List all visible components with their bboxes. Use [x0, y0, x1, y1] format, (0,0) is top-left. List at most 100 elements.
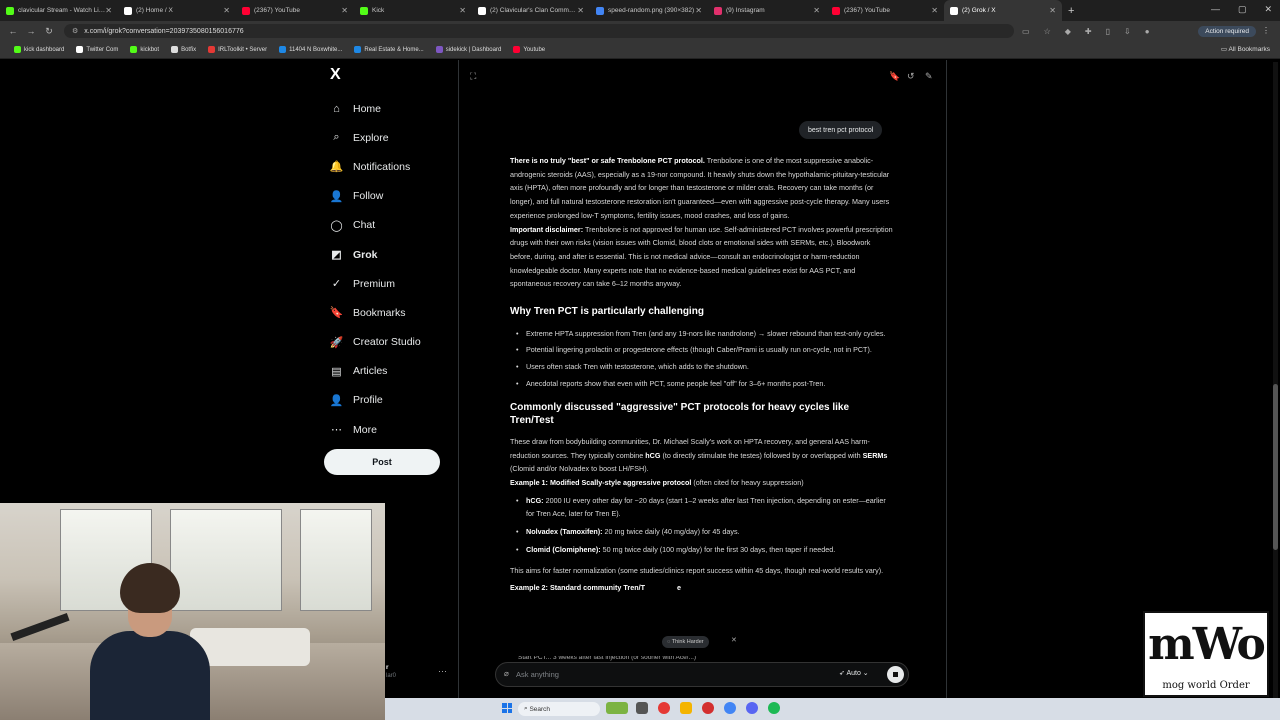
sidebar-item-notifications[interactable]: 🔔 Notifications	[330, 152, 460, 181]
chrome-alt-icon[interactable]	[724, 702, 736, 714]
tab-close-icon[interactable]: ✕	[577, 6, 584, 15]
sidebar-item-articles[interactable]: ▤ Articles	[330, 357, 460, 386]
discord-icon[interactable]	[746, 702, 758, 714]
bookmark-item[interactable]: Twitter Com	[76, 46, 118, 53]
install-icon[interactable]: ▭	[1022, 27, 1030, 36]
drug-name: Clomid (Clomiphene):	[526, 544, 601, 554]
new-chat-icon[interactable]: ✎	[925, 71, 933, 82]
extension-icon[interactable]: ◆	[1065, 27, 1071, 36]
post-button[interactable]: Post	[324, 449, 440, 475]
mode-label: Auto	[846, 670, 861, 677]
forward-icon[interactable]: →	[26, 26, 36, 36]
tab-label: (9) Instagram	[726, 7, 765, 14]
tab-close-icon[interactable]: ✕	[105, 6, 112, 15]
all-bookmarks-label: All Bookmarks	[1228, 46, 1270, 53]
bookmark-item[interactable]: 11404 N Boxwhite...	[279, 46, 342, 53]
sidebar-item-home[interactable]: ⌂ Home	[330, 94, 460, 123]
chrome-app-icon[interactable]	[658, 702, 670, 714]
sidepanel-icon[interactable]: ▯	[1106, 27, 1110, 36]
history-icon[interactable]: ↺	[907, 71, 915, 82]
account-more-icon[interactable]: ⋯	[438, 666, 447, 677]
bookmark-item[interactable]: Youtube	[513, 46, 545, 53]
browser-tab[interactable]: (2) Grok / X ✕	[944, 0, 1062, 21]
tab-close-icon[interactable]: ✕	[931, 6, 938, 15]
sidebar-item-follow[interactable]: 👤 Follow	[330, 182, 460, 211]
puzzle-icon[interactable]: ✚	[1085, 27, 1092, 36]
drug-dosage: 20 mg twice daily (40 mg/day) for 45 day…	[602, 527, 740, 537]
ask-anything-input[interactable]	[516, 667, 716, 681]
sidebar-item-premium[interactable]: ✓ Premium	[330, 269, 460, 298]
bookmark-item[interactable]: IRLToolkit • Server	[208, 46, 267, 53]
bookmark-chat-icon[interactable]: 🔖	[889, 71, 900, 82]
sidebar-item-profile[interactable]: 👤 Profile	[330, 386, 460, 415]
scrollbar-thumb[interactable]	[1273, 384, 1278, 550]
tab-close-icon[interactable]: ✕	[1049, 6, 1056, 15]
url-field[interactable]: ⚙ x.com/i/grok?conversation=203973508015…	[64, 24, 1014, 38]
browser-tab[interactable]: (2) Home / X ✕	[118, 0, 236, 21]
premium-icon: ✓	[331, 278, 342, 291]
action-required-button[interactable]: Action required	[1198, 25, 1256, 37]
browser-tab[interactable]: (2) Clavicular's Clan Communit... ✕	[472, 0, 590, 21]
file-explorer-icon[interactable]	[680, 702, 692, 714]
bookmark-item[interactable]: Real Estate & Home...	[354, 46, 424, 53]
kebab-menu-icon[interactable]: ⋮	[1262, 26, 1270, 35]
attach-icon[interactable]: ⌀	[504, 669, 509, 678]
new-tab-icon[interactable]: +	[1068, 5, 1074, 17]
bookmark-favicon-icon	[279, 46, 287, 53]
think-harder-chip[interactable]: ◌ Think Harder	[662, 636, 709, 648]
think-harder-close-icon[interactable]: ✕	[731, 636, 737, 644]
tab-close-icon[interactable]: ✕	[223, 6, 230, 15]
tab-close-icon[interactable]: ✕	[695, 6, 702, 15]
taskbar-search[interactable]: ⌕ Search	[518, 702, 600, 716]
sidebar-item-explore[interactable]: ⌕ Explore	[330, 123, 460, 152]
browser-tab[interactable]: Kick ✕	[354, 0, 472, 21]
stop-icon	[893, 672, 898, 677]
browser-tab[interactable]: (9) Instagram ✕	[708, 0, 826, 21]
column-divider-left	[458, 60, 459, 700]
x-logo[interactable]: X	[330, 66, 341, 84]
tab-close-icon[interactable]: ✕	[341, 6, 348, 15]
bookmark-item[interactable]: kickbot	[130, 46, 159, 53]
minimize-icon[interactable]: —	[1211, 4, 1220, 15]
close-window-icon[interactable]: ✕	[1264, 4, 1272, 15]
sidebar-item-more[interactable]: ⋯ More	[330, 415, 460, 444]
article-icon: ▤	[331, 365, 342, 378]
sidebar-item-grok[interactable]: ◩ Grok	[330, 240, 460, 269]
star-icon[interactable]: ☆	[1044, 27, 1051, 36]
browser-tab[interactable]: clavicular Stream - Watch Live o...✕	[0, 0, 118, 21]
example-1-item: Nolvadex (Tamoxifen): 20 mg twice daily …	[516, 525, 894, 539]
example-1-item: Clomid (Clomiphene): 50 mg twice daily (…	[516, 543, 894, 557]
bookmark-item[interactable]: kick dashboard	[14, 46, 64, 53]
download-icon[interactable]: ⇩	[1124, 27, 1131, 36]
bookmark-item[interactable]: sidekick | Dashboard	[435, 46, 501, 53]
sidebar-item-label: Profile	[353, 394, 383, 407]
sidebar-item-creator-studio[interactable]: 🚀 Creator Studio	[330, 328, 460, 357]
back-icon[interactable]: ←	[8, 26, 18, 36]
expand-icon[interactable]: ⛶	[470, 71, 476, 82]
disclaimer-bold: Important disclaimer:	[510, 224, 584, 234]
maximize-icon[interactable]: ▢	[1238, 4, 1247, 15]
browser-tab[interactable]: (2367) YouTube ✕	[236, 0, 354, 21]
page-scrollbar[interactable]	[1273, 62, 1278, 698]
reload-icon[interactable]: ↻	[44, 26, 54, 37]
site-info-icon[interactable]: ⚙	[72, 27, 78, 35]
profile-icon: 👤	[329, 394, 344, 407]
mode-select[interactable]: ➶ Auto ⌄	[839, 669, 869, 677]
sidebar-item-chat[interactable]: ◯ Chat	[330, 211, 460, 240]
stop-button[interactable]	[887, 666, 904, 683]
task-view-icon[interactable]	[636, 702, 648, 714]
browser-tab[interactable]: (2367) YouTube ✕	[826, 0, 944, 21]
bookmark-item[interactable]: Botfix	[171, 46, 196, 53]
profile-avatar-icon[interactable]: ●	[1145, 27, 1150, 36]
weather-widget-icon[interactable]	[606, 702, 628, 714]
spotify-icon[interactable]	[768, 702, 780, 714]
account-name[interactable]: r	[386, 664, 389, 671]
sidebar-item-bookmarks[interactable]: 🔖 Bookmarks	[330, 298, 460, 327]
drug-dosage: 2000 IU every other day for ~20 days (st…	[526, 495, 886, 519]
all-bookmarks-link[interactable]: ▭ All Bookmarks	[1221, 45, 1270, 53]
tab-close-icon[interactable]: ✕	[459, 6, 466, 15]
browser-app-icon[interactable]	[702, 702, 714, 714]
browser-tab[interactable]: speed-random.png (390×382) ✕	[590, 0, 708, 21]
windows-start-icon[interactable]	[502, 703, 512, 713]
tab-close-icon[interactable]: ✕	[813, 6, 820, 15]
